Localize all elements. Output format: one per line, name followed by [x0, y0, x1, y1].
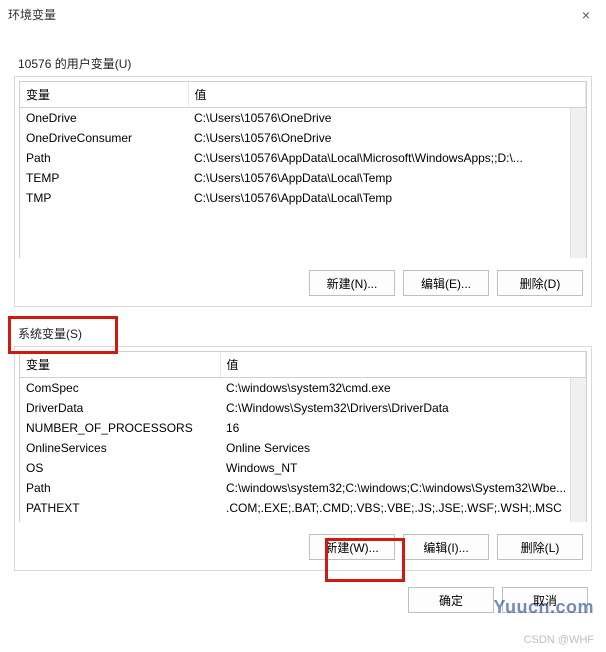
table-row[interactable]: TEMPC:\Users\10576\AppData\Local\Temp: [20, 168, 586, 188]
table-row[interactable]: ComSpecC:\windows\system32\cmd.exe: [20, 378, 586, 398]
var-value-cell: C:\Windows\System32\Drivers\DriverData: [220, 398, 586, 418]
var-name-cell: TMP: [20, 188, 188, 208]
ok-button[interactable]: 确定: [408, 587, 494, 613]
var-name-cell: TEMP: [20, 168, 188, 188]
col-header-variable[interactable]: 变量: [20, 352, 220, 378]
table-row[interactable]: PathC:\Users\10576\AppData\Local\Microso…: [20, 148, 586, 168]
user-delete-button[interactable]: 删除(D): [497, 270, 583, 296]
table-row[interactable]: TMPC:\Users\10576\AppData\Local\Temp: [20, 188, 586, 208]
user-edit-button[interactable]: 编辑(E)...: [403, 270, 489, 296]
var-name-cell: Path: [20, 478, 220, 498]
var-value-cell: C:\Users\10576\AppData\Local\Temp: [188, 168, 586, 188]
sys-vars-label: 系统变量(S): [18, 325, 592, 342]
user-new-button[interactable]: 新建(N)...: [309, 270, 395, 296]
table-row[interactable]: OneDriveC:\Users\10576\OneDrive: [20, 108, 586, 128]
col-header-value[interactable]: 值: [220, 352, 586, 378]
table-row[interactable]: OnlineServicesOnline Services: [20, 438, 586, 458]
var-name-cell: OnlineServices: [20, 438, 220, 458]
table-row[interactable]: DriverDataC:\Windows\System32\Drivers\Dr…: [20, 398, 586, 418]
csdn-watermark: CSDN @WHF: [524, 634, 594, 646]
var-name-cell: OneDrive: [20, 108, 188, 128]
var-name-cell: ComSpec: [20, 378, 220, 398]
var-name-cell: OneDriveConsumer: [20, 128, 188, 148]
close-icon[interactable]: ×: [576, 7, 596, 23]
var-value-cell: C:\Users\10576\OneDrive: [188, 108, 586, 128]
watermark-text: Yuucn.com: [493, 597, 594, 618]
scrollbar[interactable]: [570, 378, 586, 522]
col-header-value[interactable]: 值: [188, 82, 586, 108]
var-value-cell: C:\windows\system32;C:\windows;C:\window…: [220, 478, 586, 498]
col-header-variable[interactable]: 变量: [20, 82, 188, 108]
table-row[interactable]: NUMBER_OF_PROCESSORS16: [20, 418, 586, 438]
user-vars-table[interactable]: 变量 值 OneDriveC:\Users\10576\OneDriveOneD…: [19, 81, 587, 258]
sys-edit-button[interactable]: 编辑(I)...: [403, 534, 489, 560]
var-value-cell: .COM;.EXE;.BAT;.CMD;.VBS;.VBE;.JS;.JSE;.…: [220, 498, 586, 518]
table-row[interactable]: OSWindows_NT: [20, 458, 586, 478]
sys-vars-group: 变量 值 ComSpecC:\windows\system32\cmd.exeD…: [14, 346, 592, 571]
table-row[interactable]: PathC:\windows\system32;C:\windows;C:\wi…: [20, 478, 586, 498]
user-vars-label: 10576 的用户变量(U): [18, 55, 592, 72]
var-name-cell: DriverData: [20, 398, 220, 418]
var-value-cell: Windows_NT: [220, 458, 586, 478]
var-name-cell: NUMBER_OF_PROCESSORS: [20, 418, 220, 438]
var-value-cell: C:\windows\system32\cmd.exe: [220, 378, 586, 398]
scrollbar[interactable]: [570, 108, 586, 258]
var-value-cell: C:\Users\10576\AppData\Local\Microsoft\W…: [188, 148, 586, 168]
title-bar: 环境变量 ×: [0, 0, 606, 29]
var-name-cell: OS: [20, 458, 220, 478]
var-value-cell: 16: [220, 418, 586, 438]
var-name-cell: PATHEXT: [20, 498, 220, 518]
sys-vars-table[interactable]: 变量 值 ComSpecC:\windows\system32\cmd.exeD…: [19, 351, 587, 522]
var-value-cell: Online Services: [220, 438, 586, 458]
window-title: 环境变量: [8, 6, 56, 23]
table-row[interactable]: OneDriveConsumerC:\Users\10576\OneDrive: [20, 128, 586, 148]
sys-delete-button[interactable]: 删除(L): [497, 534, 583, 560]
sys-new-button[interactable]: 新建(W)...: [309, 534, 395, 560]
table-row[interactable]: PATHEXT.COM;.EXE;.BAT;.CMD;.VBS;.VBE;.JS…: [20, 498, 586, 518]
var-value-cell: C:\Users\10576\OneDrive: [188, 128, 586, 148]
var-name-cell: Path: [20, 148, 188, 168]
var-value-cell: C:\Users\10576\AppData\Local\Temp: [188, 188, 586, 208]
user-vars-group: 变量 值 OneDriveC:\Users\10576\OneDriveOneD…: [14, 76, 592, 307]
